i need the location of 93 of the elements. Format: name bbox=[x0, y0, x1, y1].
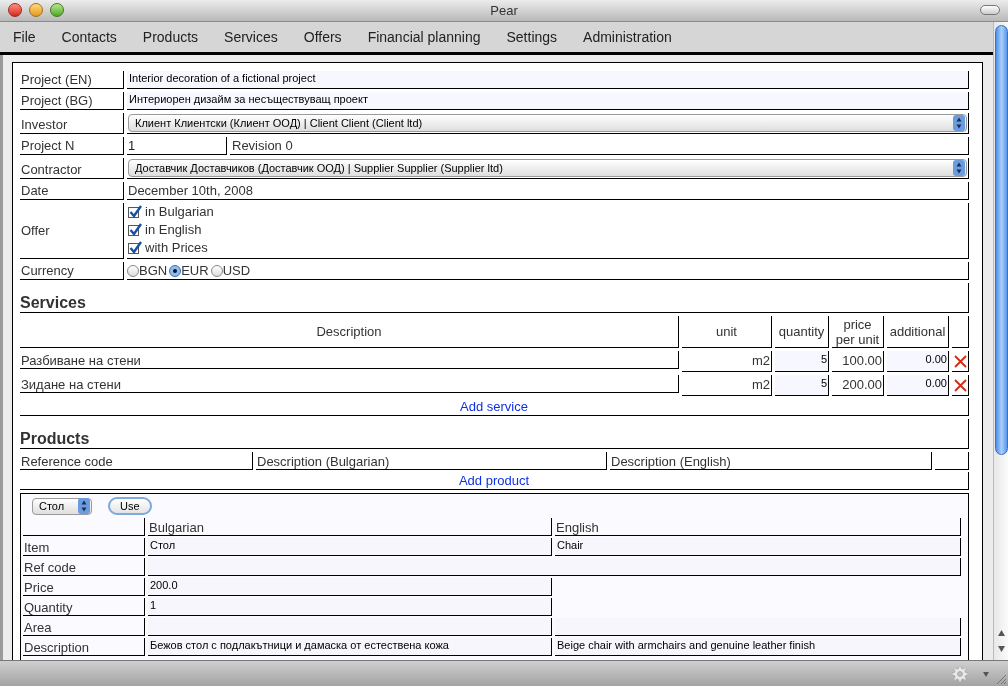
table-cell: m2 bbox=[682, 375, 772, 396]
resize-grip-icon[interactable] bbox=[996, 674, 1006, 684]
radio-label: BGN bbox=[139, 261, 168, 280]
field-label: Item bbox=[23, 538, 145, 556]
field-label: Currency bbox=[20, 262, 124, 280]
text-field[interactable]: Beige chair with armchairs and genuine leather finish bbox=[555, 638, 961, 656]
column-header: Description (English) bbox=[610, 452, 932, 470]
field-label: Offer bbox=[20, 203, 124, 259]
radio-label: USD bbox=[222, 261, 251, 280]
date-text: December 10th, 2008 bbox=[127, 182, 969, 200]
section-heading: Services bbox=[20, 294, 86, 312]
text-field[interactable]: 200.0 bbox=[148, 578, 552, 596]
text-field[interactable]: Стол bbox=[148, 538, 552, 556]
text-field[interactable] bbox=[148, 618, 552, 636]
close-button[interactable] bbox=[8, 3, 22, 17]
number-field[interactable]: 1 bbox=[127, 137, 227, 155]
menu-item[interactable]: Services bbox=[224, 26, 278, 48]
dropdown[interactable]: Стол bbox=[32, 497, 92, 515]
radio-button[interactable] bbox=[169, 264, 182, 277]
text-field[interactable]: Интериорен дизайм за несъществуващ проект bbox=[127, 92, 969, 110]
text-field[interactable] bbox=[555, 618, 961, 636]
column-header: Bulgarian bbox=[148, 518, 552, 536]
field-label: Price bbox=[23, 578, 145, 596]
stepper-icon bbox=[78, 498, 90, 514]
table-cell: Зидане на стени bbox=[20, 375, 679, 393]
menu-item[interactable]: Products bbox=[142, 26, 199, 48]
stepper-icon bbox=[953, 115, 965, 131]
table-cell bbox=[952, 316, 969, 348]
text-field[interactable]: 1 bbox=[148, 598, 552, 616]
checkbox[interactable] bbox=[128, 206, 139, 218]
column-header: Reference code bbox=[20, 452, 253, 470]
text-field[interactable]: Chair bbox=[555, 538, 961, 556]
field-label: Ref code bbox=[23, 558, 145, 576]
price-field[interactable]: 200.00 bbox=[832, 375, 884, 396]
table-cell: m2 bbox=[682, 351, 772, 372]
table-cell: Разбиване на стени bbox=[20, 351, 679, 369]
additional-field[interactable]: 0.00 bbox=[887, 351, 949, 372]
checkbox[interactable] bbox=[128, 242, 139, 254]
field-label: Project (BG) bbox=[20, 92, 124, 110]
column-header: Description bbox=[20, 316, 679, 348]
radio-label: EUR bbox=[181, 261, 209, 280]
dropdown[interactable]: Клиент Клиентски (Клиент ООД) | Client Client (Client ltd) bbox=[128, 114, 967, 132]
use-button[interactable]: Use bbox=[108, 497, 152, 515]
field-label: Contractor bbox=[20, 158, 124, 179]
checkbox[interactable] bbox=[128, 224, 139, 236]
field-label: Investor bbox=[20, 113, 124, 134]
field-label: Quantity bbox=[23, 598, 145, 616]
column-header: Description (Bulgarian) bbox=[256, 452, 607, 470]
menu-item[interactable]: Offers bbox=[303, 26, 342, 48]
table-cell bbox=[935, 452, 969, 470]
menu-item[interactable]: Contacts bbox=[61, 26, 117, 48]
quantity-field[interactable]: 5 bbox=[775, 375, 829, 396]
revision-text: Revision 0 bbox=[230, 137, 969, 155]
field-label: Description bbox=[23, 638, 145, 656]
field-label: Area bbox=[23, 618, 145, 636]
column-header: additional bbox=[887, 316, 949, 348]
text-field[interactable]: Бежов стол с подлакътници и дамаска от естествена кожа bbox=[148, 638, 552, 656]
scrollbar-thumb[interactable] bbox=[995, 25, 1008, 455]
scrollbar[interactable] bbox=[993, 22, 1008, 660]
text-field[interactable]: Interior decoration of a fictional project bbox=[127, 71, 969, 89]
column-header: quantity bbox=[775, 316, 829, 348]
additional-field[interactable]: 0.00 bbox=[887, 375, 949, 396]
add-link[interactable]: Add product bbox=[458, 472, 530, 489]
field-label: Date bbox=[20, 182, 124, 200]
menu-item[interactable]: Settings bbox=[506, 26, 558, 48]
text-field[interactable] bbox=[148, 558, 961, 576]
checkbox-label: in Bulgarian bbox=[145, 203, 214, 222]
checkbox-label: in English bbox=[145, 221, 202, 240]
menu-item[interactable]: File bbox=[13, 26, 36, 48]
menu-item[interactable]: Financial planning bbox=[367, 26, 481, 48]
dropdown-arrow-icon[interactable] bbox=[983, 672, 989, 677]
toolbar-toggle-button[interactable] bbox=[980, 5, 1000, 15]
column-header: unit bbox=[682, 316, 772, 348]
add-link[interactable]: Add service bbox=[460, 398, 528, 415]
menu-item[interactable]: Administration bbox=[583, 26, 672, 48]
dropdown[interactable]: Доставчик Доставчиков (Доставчик ООД) | Supplier Supplier (Supplier ltd) bbox=[128, 159, 967, 177]
field-label: Project (EN) bbox=[20, 71, 124, 89]
field-label: Project N bbox=[20, 137, 124, 155]
checkbox-label: with Prices bbox=[145, 239, 208, 258]
column-header: English bbox=[555, 518, 961, 536]
delete-icon[interactable] bbox=[953, 378, 967, 392]
quantity-field[interactable]: 5 bbox=[775, 351, 829, 372]
section-heading: Products bbox=[20, 430, 90, 448]
delete-icon[interactable] bbox=[953, 354, 967, 368]
radio-button[interactable] bbox=[127, 264, 139, 277]
window-title: Pear bbox=[490, 1, 518, 20]
minimize-button[interactable] bbox=[29, 3, 43, 17]
scroll-arrows-icon[interactable] bbox=[997, 628, 1006, 654]
price-field[interactable]: 100.00 bbox=[832, 351, 884, 372]
stepper-icon bbox=[953, 160, 965, 176]
zoom-button[interactable] bbox=[50, 3, 64, 17]
column-header: price per unit bbox=[832, 316, 884, 348]
radio-button[interactable] bbox=[210, 264, 223, 277]
